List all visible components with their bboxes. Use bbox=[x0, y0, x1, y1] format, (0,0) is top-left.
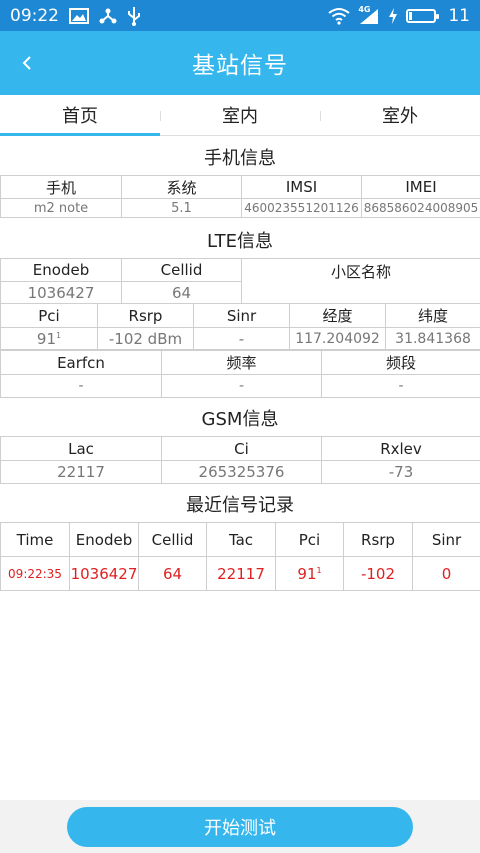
gsm-info-table: Lac Ci Rxlev 22117 265325376 -73 bbox=[0, 436, 480, 484]
table-cell: 22117 bbox=[206, 556, 276, 591]
table-header-cell: 经度 bbox=[289, 303, 387, 328]
table-header-cell: Sinr bbox=[192, 303, 291, 328]
phone-info-title: 手机信息 bbox=[204, 148, 276, 169]
tab-divider bbox=[320, 111, 321, 121]
table-header-cell: IMSI bbox=[241, 175, 362, 199]
table-header-row: Earfcn 频率 频段 bbox=[0, 350, 480, 375]
pci-superscript: 1 bbox=[316, 565, 322, 575]
tab-divider bbox=[160, 111, 161, 121]
table-cell: 117.204092 bbox=[289, 327, 387, 350]
table-cell: - bbox=[192, 327, 291, 350]
tab-indoor[interactable]: 室内 bbox=[160, 95, 320, 135]
table-cell: 868586024008905 bbox=[361, 198, 480, 218]
table-header-cell: Sinr bbox=[412, 522, 480, 557]
battery-icon bbox=[406, 8, 440, 23]
table-cell: m2 note bbox=[0, 198, 122, 218]
table-header-cell: Enodeb bbox=[69, 522, 139, 557]
table-header-row: Time Enodeb Cellid Tac Pci Rsrp Sinr bbox=[0, 522, 480, 557]
tab-bar: 首页 室内 室外 bbox=[0, 95, 480, 136]
table-header-cell: Pci bbox=[275, 522, 344, 557]
table-cell: - bbox=[161, 374, 322, 398]
page-title: 基站信号 bbox=[192, 53, 288, 79]
cellular-signal-icon: 4G bbox=[358, 4, 380, 25]
pci-superscript: 1 bbox=[56, 330, 62, 340]
table-cell: 5.1 bbox=[121, 198, 242, 218]
status-bar: 09:22 4G 11 bbox=[0, 0, 480, 31]
table-row: 911 -102 dBm - 117.204092 31.841368 bbox=[0, 327, 480, 350]
status-time: 09:22 bbox=[10, 5, 59, 26]
lte-info-table: Enodeb Cellid 小区名称 1036427 64 Pci Rsrp S… bbox=[0, 258, 480, 350]
table-cell: -102 bbox=[343, 556, 413, 591]
battery-percent: 11 bbox=[448, 5, 470, 26]
table-header-row: Pci Rsrp Sinr 经度 纬度 bbox=[0, 303, 480, 328]
table-header-cell: 手机 bbox=[0, 175, 122, 199]
table-header-cell: Pci bbox=[0, 303, 98, 328]
network-type-label: 4G bbox=[358, 4, 371, 14]
table-cell: 460023551201126 bbox=[241, 198, 362, 218]
table-cell: 64 bbox=[120, 281, 243, 304]
table-header-cell: Tac bbox=[206, 522, 276, 557]
table-row: 09:22:35 1036427 64 22117 911 -102 0 bbox=[0, 556, 480, 591]
recent-records-table: Time Enodeb Cellid Tac Pci Rsrp Sinr 09:… bbox=[0, 522, 480, 591]
table-header-cell: Enodeb bbox=[0, 258, 122, 282]
table-cell: 0 bbox=[412, 556, 480, 591]
table-header-cell: Cellid bbox=[120, 258, 243, 282]
wifi-icon bbox=[328, 7, 350, 25]
table-header-cell: 频段 bbox=[321, 350, 480, 375]
table-cell: - bbox=[0, 374, 162, 398]
image-notification-icon bbox=[69, 7, 89, 24]
table-header-cell: Rxlev bbox=[321, 436, 480, 461]
table-cell: - bbox=[321, 374, 480, 398]
table-cell: 09:22:35 bbox=[0, 556, 70, 591]
phone-info-table: 手机 系统 IMSI IMEI m2 note 5.1 460023551201… bbox=[0, 175, 480, 218]
tab-home[interactable]: 首页 bbox=[0, 95, 160, 136]
table-header-cell: Lac bbox=[0, 436, 162, 461]
gsm-info-title: GSM信息 bbox=[201, 409, 279, 430]
table-cell: 911 bbox=[0, 327, 98, 350]
table-row: - - - bbox=[0, 374, 480, 398]
table-row: m2 note 5.1 460023551201126 868586024008… bbox=[0, 198, 480, 218]
table-row: 22117 265325376 -73 bbox=[0, 460, 480, 484]
start-test-button[interactable]: 开始测试 bbox=[67, 807, 413, 847]
app-bar: 基站信号 bbox=[0, 31, 480, 95]
table-header-cell: Rsrp bbox=[97, 303, 194, 328]
table-cell: 911 bbox=[275, 556, 344, 591]
table-header-cell: Ci bbox=[161, 436, 322, 461]
back-button[interactable] bbox=[14, 49, 40, 77]
table-cell: 22117 bbox=[0, 460, 162, 484]
share-icon bbox=[99, 7, 117, 25]
lte-info-title: LTE信息 bbox=[207, 231, 273, 252]
table-header-row: Enodeb Cellid 小区名称 bbox=[0, 258, 480, 304]
table-header-cell: 纬度 bbox=[385, 303, 480, 328]
table-header-cell: 频率 bbox=[161, 350, 322, 375]
table-header-cell: IMEI bbox=[361, 175, 480, 199]
table-cell: -102 dBm bbox=[97, 327, 194, 350]
pci-value: 91 bbox=[297, 564, 317, 583]
table-header-row: 手机 系统 IMSI IMEI bbox=[0, 175, 480, 199]
charging-icon bbox=[388, 7, 398, 25]
lte-frequency-table: Earfcn 频率 频段 - - - bbox=[0, 350, 480, 398]
table-header-cell: 系统 bbox=[121, 175, 242, 199]
table-header-cell: Cellid bbox=[138, 522, 207, 557]
table-cell: 31.841368 bbox=[385, 327, 480, 350]
table-header-cell: Earfcn bbox=[0, 350, 162, 375]
recent-records-title: 最近信号记录 bbox=[186, 495, 294, 516]
table-cell: 64 bbox=[138, 556, 207, 591]
table-cell: -73 bbox=[321, 460, 480, 484]
pci-value: 91 bbox=[36, 329, 56, 348]
table-cell: 1036427 bbox=[0, 281, 122, 304]
table-header-cell: Rsrp bbox=[343, 522, 413, 557]
table-header-row: Lac Ci Rxlev bbox=[0, 436, 480, 461]
chevron-left-icon bbox=[22, 56, 31, 70]
cell-name-header: 小区名称 bbox=[241, 258, 480, 304]
table-cell: 265325376 bbox=[161, 460, 322, 484]
usb-icon bbox=[127, 6, 141, 26]
table-cell: 1036427 bbox=[69, 556, 139, 591]
table-header-cell: Time bbox=[0, 522, 70, 557]
tab-outdoor[interactable]: 室外 bbox=[320, 95, 480, 135]
